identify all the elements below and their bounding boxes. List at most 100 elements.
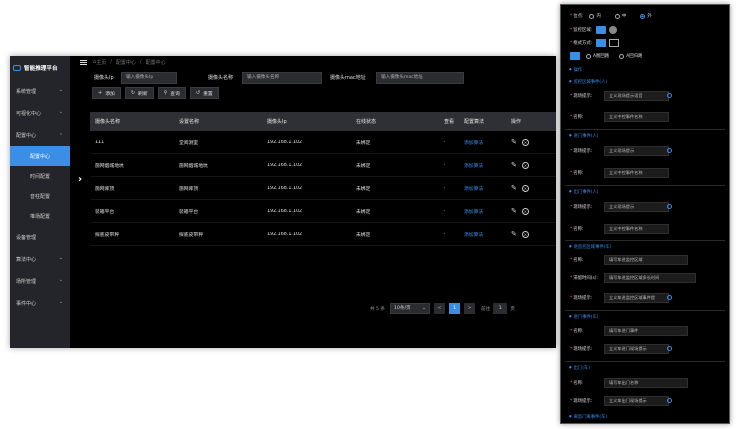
- field-input[interactable]: 立义现场提示语音: [604, 91, 669, 101]
- edit-icon[interactable]: ✎: [511, 207, 517, 215]
- refresh-label: 刷新: [138, 91, 148, 97]
- radio-middle[interactable]: [614, 13, 620, 19]
- sidebar-item-algorithm[interactable]: 算法中心 ⌄: [10, 248, 70, 270]
- sidebar-item-visual[interactable]: 可视化中心 ⌄: [10, 102, 70, 124]
- next-page-button[interactable]: >: [464, 303, 476, 314]
- add-algorithm-link[interactable]: 添加算法: [464, 231, 511, 238]
- add-algorithm-link[interactable]: 添加算法: [464, 208, 511, 215]
- delete-icon[interactable]: ×: [521, 230, 529, 238]
- edit-icon[interactable]: ✎: [511, 138, 517, 146]
- cell-setting: 施网库顶: [179, 186, 199, 192]
- main-window: 智能推理平台 系统管理 ⌄ 可视化中心 ⌄ 配置中心 ⌃ 配置中心 时间配置 音…: [10, 56, 556, 348]
- table-row: 装箱平台 装箱平台 192.168.1.102 未绑定 · 添加算法 ✎ ×: [90, 200, 556, 223]
- cell-camera: 111: [95, 139, 105, 145]
- sound-icon[interactable]: [667, 148, 672, 153]
- delete-icon[interactable]: ×: [521, 184, 529, 192]
- sidebar-subitem-label: 配置中心: [29, 153, 50, 160]
- field-input[interactable]: 立义车进监控区域事件提: [604, 293, 669, 303]
- field-input[interactable]: 立义现场提示: [604, 146, 669, 156]
- box-style-row: * 框式方式:: [570, 39, 620, 47]
- sound-icon[interactable]: [667, 295, 672, 300]
- reset-button[interactable]: ↺ 重置: [189, 87, 219, 99]
- draw-icon[interactable]: [596, 26, 607, 34]
- delete-icon[interactable]: ×: [521, 138, 529, 146]
- sidebar-item-event[interactable]: 事件中心 ⌄: [10, 292, 70, 314]
- field-input[interactable]: 立义中控事件名称: [604, 224, 669, 234]
- sidebar-item-config[interactable]: 配置中心 ⌃: [10, 124, 70, 146]
- cell-ip: 192.168.1.102: [267, 162, 303, 168]
- breadcrumb-level2: 配置中心: [145, 59, 166, 66]
- chevron-down-icon: ⌄: [58, 87, 63, 93]
- sidebar-item-site[interactable]: 场所管理 ⌄: [10, 270, 70, 292]
- radio-opt2[interactable]: [619, 53, 625, 59]
- sound-icon[interactable]: [667, 204, 672, 209]
- sidebar-subitem-audio[interactable]: 音柱配置: [10, 186, 70, 206]
- breadcrumb-level1[interactable]: 配置中心: [116, 59, 136, 66]
- cell-status: 未绑定: [356, 163, 371, 169]
- filter-bar: 摄像头Ip 输入摄像头Ip 摄像头名称 输入摄像头名称 摄像头mac地址 输入摄…: [94, 72, 554, 84]
- field-label: *现场提示:: [570, 205, 593, 210]
- field-input[interactable]: 立义中控事件名称: [604, 112, 669, 122]
- chevron-right-icon[interactable]: ›: [78, 174, 82, 185]
- cell-view[interactable]: ·: [444, 186, 464, 191]
- add-algorithm-link[interactable]: 添加算法: [464, 162, 511, 169]
- field-input[interactable]: 填写车出门名称: [604, 378, 688, 388]
- sidebar-item-system[interactable]: 系统管理 ⌄: [10, 80, 70, 102]
- page-1-button[interactable]: 1: [449, 303, 461, 314]
- toggle-icon[interactable]: [570, 52, 580, 60]
- prev-page-button[interactable]: <: [434, 303, 446, 314]
- edit-icon[interactable]: ✎: [511, 161, 517, 169]
- sound-icon[interactable]: [667, 398, 672, 403]
- col-camera-name: 摄像头名称: [95, 119, 121, 125]
- goto-page-input[interactable]: 1: [493, 303, 508, 314]
- screenshot-root: 智能推理平台 系统管理 ⌄ 可视化中心 ⌄ 配置中心 ⌃ 配置中心 时间配置 音…: [0, 0, 744, 429]
- outline-box-icon[interactable]: [609, 39, 620, 47]
- field-input[interactable]: 立义车出门现场提示: [604, 396, 669, 406]
- delete-icon[interactable]: ×: [521, 161, 529, 169]
- sidebar-subitem-config[interactable]: 配置中心: [10, 146, 70, 166]
- algorithm-config-panel: * 位点: 内 中 外 * 监控区域: * 框式方式: A图回路 A回归路 操作…: [560, 4, 730, 424]
- cell-status: 未绑定: [356, 186, 371, 192]
- field-input[interactable]: 立义现场提示: [604, 202, 669, 212]
- sound-icon[interactable]: [667, 93, 672, 98]
- refresh-button[interactable]: ↻ 刷新: [124, 87, 154, 99]
- table-row: 施网烟城地坑 施网烟城地坑 192.168.1.102 未绑定 · 添加算法 ✎…: [90, 154, 556, 177]
- sidebar-subitem-time[interactable]: 时间配置: [10, 166, 70, 186]
- mac-input[interactable]: 输入摄像头mac地址: [376, 72, 464, 84]
- field-input[interactable]: 填写车进门事件: [604, 326, 688, 336]
- radio-opt1[interactable]: [586, 53, 591, 59]
- sidebar-subitem-yard[interactable]: 堆场配置: [10, 206, 70, 226]
- delete-icon[interactable]: ×: [521, 207, 529, 215]
- field-input[interactable]: 立义车进门现场提示: [604, 344, 669, 354]
- name-input[interactable]: 输入摄像头名称: [242, 72, 322, 84]
- menu-icon[interactable]: [80, 59, 87, 66]
- edit-icon[interactable]: ✎: [511, 230, 517, 238]
- add-button[interactable]: + 添加: [92, 87, 121, 99]
- field-label: *现场提示:: [570, 347, 593, 352]
- add-algorithm-link[interactable]: 添加算法: [464, 139, 511, 146]
- sidebar-item-label: 配置中心: [16, 132, 37, 139]
- add-algorithm-link[interactable]: 添加算法: [464, 185, 511, 192]
- cell-view[interactable]: ·: [444, 232, 464, 237]
- divider: [565, 129, 725, 130]
- breadcrumb-home[interactable]: 主页: [96, 59, 106, 66]
- field-label: *名称:: [570, 227, 584, 232]
- field-input[interactable]: 填写车进监控区域: [604, 255, 688, 265]
- radio-outer[interactable]: [640, 13, 646, 19]
- cell-view[interactable]: ·: [444, 140, 464, 145]
- sound-icon[interactable]: [667, 346, 672, 351]
- sidebar-item-device[interactable]: 设备管理: [10, 226, 70, 248]
- total-count: 共 5 条: [370, 306, 386, 312]
- edit-icon[interactable]: ✎: [511, 184, 517, 192]
- query-button[interactable]: ⚲ 查询: [157, 87, 186, 99]
- field-input[interactable]: 填写车进监控区域多长时间: [604, 273, 696, 283]
- ip-input[interactable]: 输入摄像头Ip: [121, 72, 177, 84]
- solid-box-icon[interactable]: [596, 39, 607, 47]
- sidebar-item-label: 系统管理: [16, 88, 37, 95]
- radio-inner[interactable]: [589, 13, 595, 19]
- field-input[interactable]: 立义中控事件名称: [604, 168, 669, 178]
- page-size-select[interactable]: 10条/页 ⌄: [390, 303, 431, 314]
- cell-view[interactable]: ·: [444, 209, 464, 214]
- color-picker-icon[interactable]: [609, 26, 618, 34]
- cell-view[interactable]: ·: [444, 163, 464, 168]
